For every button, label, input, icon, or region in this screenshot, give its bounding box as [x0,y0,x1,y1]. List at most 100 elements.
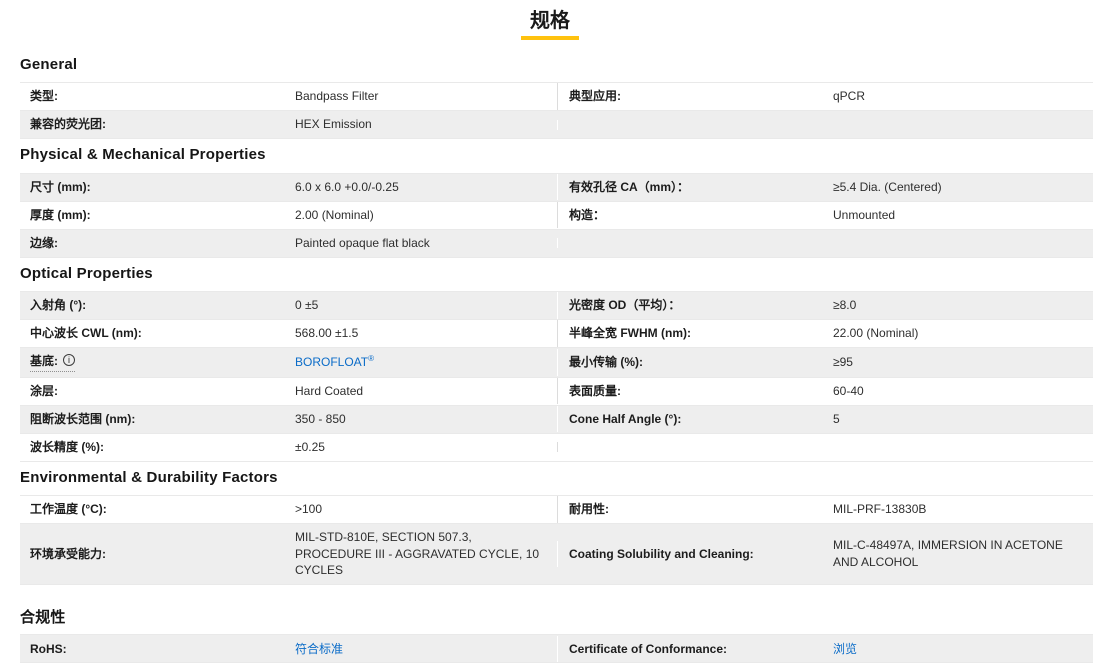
spec-label: 兼容的荧光团: [20,111,285,138]
spec-value: 350 - 850 [285,406,557,433]
spec-row: 入射角 (°): 0 ±5 光密度 OD（平均）： ≥8.0 [20,292,1093,320]
tooltip-underline: 基底: i [30,353,75,372]
spec-row: 环境承受能力:MIL-STD-810E, SECTION 507.3, PROC… [20,524,1093,585]
spec-value: BOROFLOAT® [285,349,557,376]
spec-row: 基底:iBOROFLOAT®最小传输 (%):≥95 [20,348,1093,378]
spec-label-text: Certificate of Conformance: [569,642,727,656]
spec-value: ≥5.4 Dia. (Centered) [823,174,1093,201]
spec-label: 最小传输 (%): [557,349,823,376]
spec-value: MIL-PRF-13830B [823,496,1093,523]
spec-label: 阻断波长范围 (nm): [20,406,285,433]
spec-label: 光密度 OD（平均）： [557,292,823,319]
spec-row: 波长精度 (%): ±0.25 [20,434,1093,462]
spec-label-text: 边缘: [30,236,58,250]
spec-label-text: 耐用性: [569,502,609,516]
spec-label-text: 涂层: [30,384,58,398]
spec-row: 边缘: Painted opaque flat black [20,230,1093,258]
spec-value: 568.00 ±1.5 [285,320,557,347]
spec-value: Unmounted [823,202,1093,229]
spec-label-text: 基底: [30,353,58,370]
spec-value: Bandpass Filter [285,83,557,110]
spec-label-text: 阻断波长范围 (nm): [30,412,135,426]
spec-label-text: 尺寸 (mm): [30,180,91,194]
rohs-compliance-link[interactable]: 符合标准 [295,642,343,656]
registered-trademark-symbol: ® [368,354,374,363]
info-icon[interactable]: i [63,354,75,366]
spec-row: 中心波长 CWL (nm): 568.00 ±1.5 半峰全宽 FWHM (nm):… [20,320,1093,348]
spec-sections: General类型:Bandpass Filter典型应用:qPCR兼容的荧光团… [20,56,1093,663]
spec-label: 耐用性: [557,496,823,523]
spec-label-text: Cone Half Angle (°): [569,412,681,426]
spec-value: 浏览 [823,636,1093,663]
spec-value: 6.0 x 6.0 +0.0/-0.25 [285,174,557,201]
spec-label: 涂层: [20,378,285,405]
spec-label-text: 类型: [30,89,58,103]
link-text: 浏览 [833,642,857,656]
section-compliance: 合规性RoHS:符合标准Certificate of Conformance:浏… [20,609,1093,663]
section-heading-compliance: 合规性 [20,609,1093,626]
page-title: 规格 [530,9,570,33]
spec-value: HEX Emission [285,111,557,138]
spec-value: 2.00 (Nominal) [285,202,557,229]
section-heading-general: General [20,56,1093,73]
spec-label-text: 中心波长 CWL (nm): [30,326,142,340]
spec-label: 构造： [557,202,823,229]
spec-value: 符合标准 [285,636,557,663]
spec-value: Painted opaque flat black [285,230,557,257]
spec-value: 0 ±5 [285,292,557,319]
spec-label-text: 光密度 OD（平均）： [569,298,680,312]
spec-table-optical: 入射角 (°):0 ±5光密度 OD（平均）：≥8.0中心波长 CWL (nm)… [20,291,1093,462]
spec-table-environmental-durability: 工作温度 (°C):>100耐用性:MIL-PRF-13830B环境承受能力:M… [20,495,1093,585]
spec-label: 基底: i [20,348,285,377]
spec-row: 涂层:Hard Coated表面质量:60-40 [20,378,1093,406]
spec-label: 尺寸 (mm): [20,174,285,201]
spec-value: 60-40 [823,378,1093,405]
borofloat-link[interactable]: BOROFLOAT® [295,355,374,369]
spec-value [823,238,1093,248]
spec-table-physical-mechanical: 尺寸 (mm): 6.0 x 6.0 +0.0/-0.25 有效孔径 CA（mm）：… [20,173,1093,258]
section-general: General类型:Bandpass Filter典型应用:qPCR兼容的荧光团… [20,56,1093,139]
spec-label-text: 波长精度 (%): [30,440,104,454]
spec-label: Certificate of Conformance: [557,636,823,663]
spec-label-text: 入射角 (°): [30,298,86,312]
section-physical-mechanical: Physical & Mechanical Properties 尺寸 (mm):… [20,146,1093,257]
spec-value: ≥8.0 [823,292,1093,319]
spec-row: 类型: Bandpass Filter 典型应用: qPCR [20,83,1093,111]
spec-row: 尺寸 (mm): 6.0 x 6.0 +0.0/-0.25 有效孔径 CA（mm）：… [20,174,1093,202]
spec-value: qPCR [823,83,1093,110]
spec-row: 厚度 (mm): 2.00 (Nominal)构造：Unmounted [20,202,1093,230]
section-heading-environmental-durability: Environmental & Durability Factors [20,469,1093,486]
section-environmental-durability: Environmental & Durability Factors 工作温度 (… [20,469,1093,586]
spec-value: 5 [823,406,1093,433]
spec-row: 兼容的荧光团: HEX Emission [20,111,1093,139]
spec-label-text: 工作温度 (°C): [30,502,107,516]
section-heading-physical-mechanical: Physical & Mechanical Properties [20,146,1093,163]
spec-table-general: 类型: Bandpass Filter 典型应用: qPCR 兼容的荧光团: HEX Em… [20,82,1093,139]
spec-label-text: 有效孔径 CA（mm）： [569,180,689,194]
spec-label: 工作温度 (°C): [20,496,285,523]
view-coc-link[interactable]: 浏览 [833,642,857,656]
spec-label: 表面质量: [557,378,823,405]
spec-label: 类型: [20,83,285,110]
spec-label-text: 半峰全宽 FWHM (nm): [569,326,691,340]
spec-value [823,120,1093,130]
spec-label: 中心波长 CWL (nm): [20,320,285,347]
spec-label-text: 兼容的荧光团: [30,117,106,131]
spec-value: ±0.25 [285,434,557,461]
spec-row: 工作温度 (°C):>100耐用性:MIL-PRF-13830B [20,496,1093,524]
spec-value: 22.00 (Nominal) [823,320,1093,347]
spec-value: MIL-C-48497A, IMMERSION IN ACETONE AND A… [823,532,1093,576]
spec-label-text: 厚度 (mm): [30,208,91,222]
link-text: BOROFLOAT [295,355,368,369]
section-optical: Optical Properties入射角 (°):0 ±5光密度 OD（平均）… [20,265,1093,462]
spec-label: 波长精度 (%): [20,434,285,461]
spec-label-text: 典型应用: [569,89,621,103]
spec-label-text: 最小传输 (%): [569,355,643,369]
spec-label: 典型应用: [557,83,823,110]
specifications-page: 规格 General类型:Bandpass Filter典型应用:qPCR兼容的… [0,0,1100,663]
title-underline-accent [521,36,579,40]
page-title-wrap: 规格 [0,0,1100,40]
spec-label: 厚度 (mm): [20,202,285,229]
spec-label: 边缘: [20,230,285,257]
spec-label [557,120,823,130]
